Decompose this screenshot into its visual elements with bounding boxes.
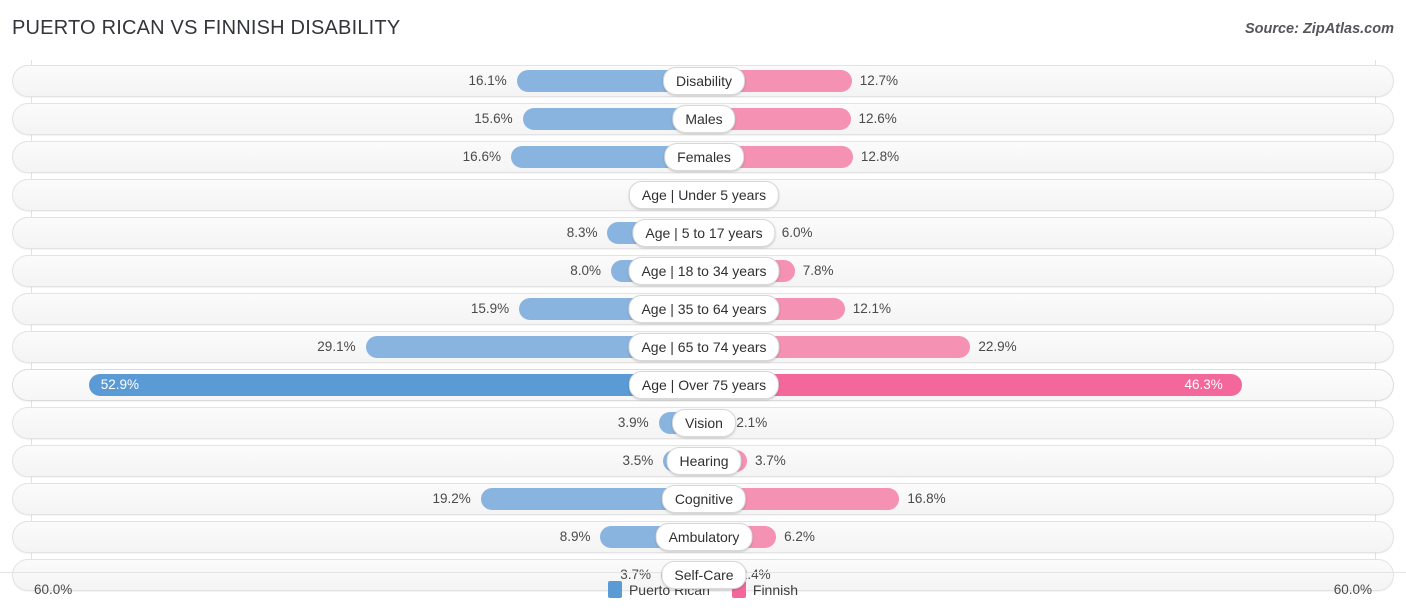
legend-label: Finnish (752, 581, 799, 598)
value-label-left: 52.9% (100, 377, 140, 392)
value-label-left: 29.1% (317, 339, 356, 354)
value-label-right: 12.7% (859, 73, 898, 88)
category-label-pill: Cognitive (661, 485, 747, 513)
category-label-pill: Females (664, 143, 744, 171)
bar-left-puerto-rican (88, 374, 704, 396)
chart-row: 3.5% 3.7% Hearing (12, 445, 1394, 477)
category-label-pill: Disability (662, 67, 746, 95)
value-label-right: 7.8% (802, 263, 834, 278)
value-label-right: 16.8% (907, 491, 946, 506)
category-label-pill: Ambulatory (655, 523, 753, 551)
category-label-pill: Self-Care (661, 561, 747, 589)
category-label-pill: Hearing (666, 447, 742, 475)
chart-row: 52.9% 46.3% Age | Over 75 years (12, 369, 1394, 401)
chart-row: 19.2% 16.8% Cognitive (12, 483, 1394, 515)
value-label-left: 16.6% (462, 149, 501, 164)
chart-rows: 16.1% 12.7% Disability 15.6% 12.6% Males 16.6%… (0, 65, 1406, 597)
chart-row: 8.9% 6.2% Ambulatory (12, 521, 1394, 553)
chart-header: PUERTO RICAN VS FINNISH DISABILITY Sourc… (0, 0, 1406, 58)
category-label-pill: Age | 18 to 34 years (628, 257, 780, 285)
chart-row: 15.9% 12.1% Age | 35 to 64 years (12, 293, 1394, 325)
category-label-pill: Age | 35 to 64 years (628, 295, 780, 323)
value-label-right: 12.6% (858, 111, 897, 126)
legend-swatch-icon (607, 581, 622, 598)
chart-row: 29.1% 22.9% Age | 65 to 74 years (12, 331, 1394, 363)
value-label-left: 15.6% (474, 111, 513, 126)
category-label-pill: Vision (672, 409, 736, 437)
page-title: PUERTO RICAN VS FINNISH DISABILITY (12, 17, 401, 39)
chart-row: 15.6% 12.6% Males (12, 103, 1394, 135)
value-label-right: 6.2% (784, 529, 815, 544)
value-label-left: 3.9% (617, 415, 649, 430)
value-label-left: 8.9% (559, 529, 591, 544)
value-label-left: 8.0% (570, 263, 601, 278)
chart-row: 16.1% 12.7% Disability (12, 65, 1394, 97)
value-label-right: 12.8% (860, 149, 900, 164)
chart-row: 8.0% 7.8% Age | 18 to 34 years (12, 255, 1394, 287)
value-label-left: 19.2% (432, 491, 471, 506)
category-label-pill: Age | Under 5 years (628, 181, 780, 209)
chart-row: 8.3% 6.0% Age | 5 to 17 years (12, 217, 1394, 249)
category-label-pill: Age | 5 to 17 years (632, 219, 776, 247)
category-label-pill: Age | 65 to 74 years (628, 333, 780, 361)
source-attribution: Source: ZipAtlas.com (1244, 21, 1394, 37)
value-label-left: 8.3% (566, 225, 598, 240)
value-label-right: 12.1% (852, 301, 891, 316)
chart-plot-area: 16.1% 12.7% Disability 15.6% 12.6% Males 16.6%… (0, 60, 1406, 591)
value-label-right: 22.9% (978, 339, 1017, 354)
chart-row: 16.6% 12.8% Females (12, 141, 1394, 173)
category-label-pill: Age | Over 75 years (628, 371, 780, 399)
value-label-left: 16.1% (468, 73, 507, 88)
chart-row: 3.9% 2.1% Vision (12, 407, 1394, 439)
category-label-pill: Males (672, 105, 736, 133)
value-label-right: 46.3% (1184, 377, 1223, 392)
bar-right-finnish (704, 374, 1243, 396)
chart-row: 1.7%1.6%Age | Under 5 years (12, 179, 1394, 211)
value-label-right: 6.0% (781, 225, 813, 240)
value-label-right: 2.1% (736, 415, 768, 430)
value-label-left: 15.9% (470, 301, 510, 316)
value-label-left: 3.5% (622, 453, 654, 468)
value-label-right: 3.7% (755, 453, 786, 468)
